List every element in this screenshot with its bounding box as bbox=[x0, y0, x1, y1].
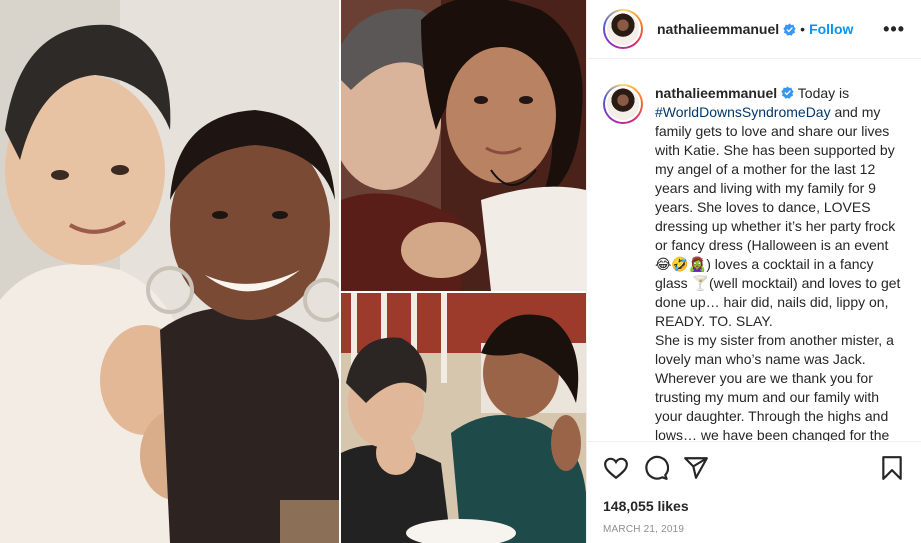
action-icons-row bbox=[603, 454, 906, 482]
author-username[interactable]: nathalieemmanuel bbox=[657, 21, 779, 37]
verified-badge-icon bbox=[783, 22, 796, 36]
caption-hashtag-link[interactable]: #WorldDownsSyndromeDay bbox=[655, 104, 831, 120]
post-date[interactable]: MARCH 21, 2019 bbox=[603, 524, 906, 535]
comment-icon[interactable] bbox=[643, 455, 669, 481]
author-avatar[interactable] bbox=[603, 9, 643, 49]
caption-author-avatar[interactable] bbox=[603, 84, 643, 124]
post-header: nathalieemmanuel • Follow ••• bbox=[587, 0, 921, 59]
post-caption: nathalieemmanuel Today is #WorldDownsSyn… bbox=[655, 84, 906, 441]
follow-button[interactable]: Follow bbox=[809, 21, 853, 37]
caption-username[interactable]: nathalieemmanuel bbox=[655, 85, 777, 101]
likes-count[interactable]: 148,055 likes bbox=[603, 498, 906, 514]
more-options-button[interactable]: ••• bbox=[883, 19, 905, 40]
avatar-image bbox=[605, 11, 641, 47]
comments-area[interactable]: nathalieemmanuel Today is #WorldDownsSyn… bbox=[587, 60, 921, 441]
photo-bottom-right-illustration bbox=[341, 293, 586, 543]
instagram-post-view: nathalieemmanuel • Follow ••• nathalieem… bbox=[0, 0, 921, 543]
verified-badge-icon bbox=[781, 86, 794, 99]
photo-left bbox=[0, 0, 339, 543]
post-media[interactable] bbox=[0, 0, 586, 543]
header-separator: • bbox=[800, 21, 806, 37]
post-actions: 148,055 likes MARCH 21, 2019 bbox=[587, 441, 921, 543]
caption-body-continued: She is my sister from another mister, a … bbox=[655, 332, 894, 441]
caption-body: and my family gets to love and share our… bbox=[655, 104, 901, 329]
photo-bottom-right bbox=[341, 293, 586, 543]
share-icon[interactable] bbox=[683, 455, 709, 481]
caption-intro: Today is bbox=[794, 85, 850, 101]
heart-icon[interactable] bbox=[603, 455, 629, 481]
photo-top-right bbox=[341, 0, 586, 291]
post-panel: nathalieemmanuel • Follow ••• nathalieem… bbox=[586, 0, 921, 543]
photo-top-right-illustration bbox=[341, 0, 586, 291]
photo-left-illustration bbox=[0, 0, 339, 543]
avatar-image bbox=[605, 86, 641, 122]
bookmark-icon[interactable] bbox=[880, 455, 906, 481]
